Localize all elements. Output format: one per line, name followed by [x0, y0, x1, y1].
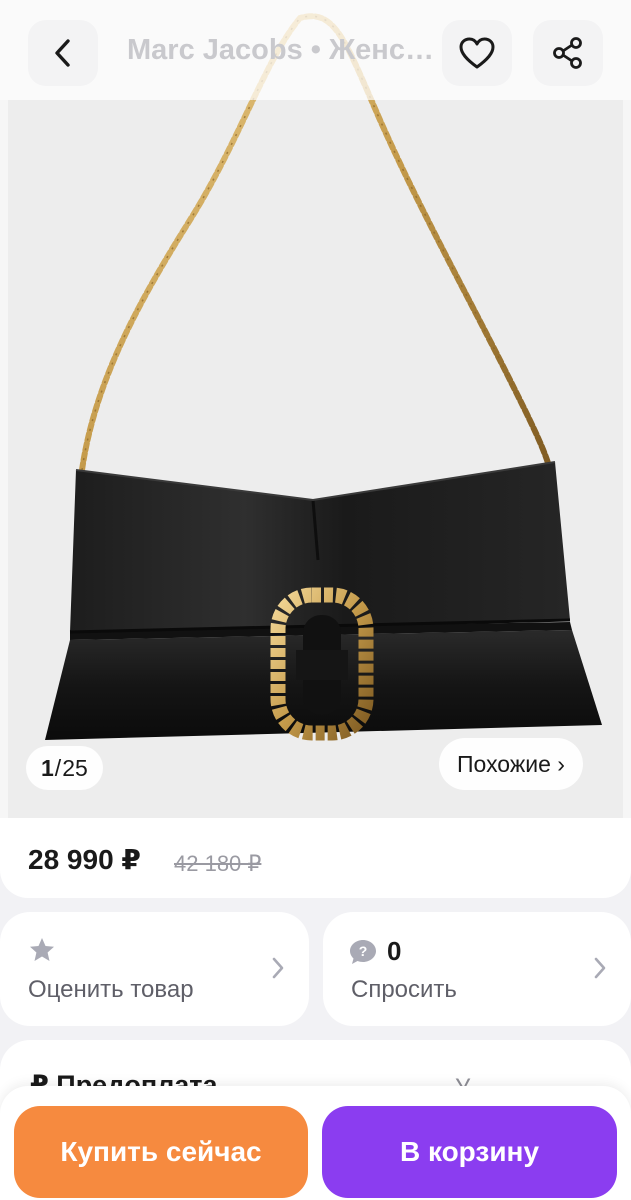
star-icon [30, 938, 54, 961]
ask-question-card[interactable]: ? 0 Спросить [323, 912, 631, 1026]
gallery-edge-right [623, 100, 631, 818]
add-to-cart-button[interactable]: В корзину [322, 1106, 617, 1198]
svg-text:?: ? [359, 943, 368, 959]
bottom-action-bar: Купить сейчас В корзину [0, 1086, 631, 1200]
heart-icon [459, 37, 495, 69]
chevron-left-icon [55, 39, 70, 67]
chevron-right-icon [272, 957, 284, 979]
questions-count: 0 [387, 936, 402, 966]
image-counter-separator: / [54, 754, 62, 781]
share-button[interactable] [533, 20, 603, 86]
rate-product-card[interactable]: Оценить товар [0, 912, 309, 1026]
favorite-button[interactable] [442, 20, 512, 86]
similar-button[interactable]: Похожие › [439, 738, 583, 790]
current-price: 28 990 ₽ [28, 844, 141, 875]
old-price: 42 180 ₽ [174, 851, 262, 876]
chevron-right-icon [594, 957, 606, 979]
image-counter-current: 1 [41, 754, 54, 781]
image-counter: 1 / 25 [26, 746, 103, 790]
image-counter-total: 25 [62, 754, 88, 781]
product-image[interactable] [0, 0, 631, 818]
rate-product-label: Оценить товар [28, 976, 194, 1003]
price-card: 28 990 ₽ 42 180 ₽ [0, 818, 631, 898]
back-button[interactable] [28, 20, 98, 86]
buy-now-button[interactable]: Купить сейчас [14, 1106, 308, 1198]
page-title: Marc Jacobs • Женская сумка [127, 34, 437, 66]
product-gallery[interactable]: Marc Jacobs • Женская сумка 1 / 25 Похож… [0, 0, 631, 818]
share-icon [553, 37, 582, 69]
ask-question-label: Спросить [351, 976, 457, 1003]
gallery-edge-left [0, 100, 8, 818]
question-bubble-icon: ? [350, 940, 376, 964]
